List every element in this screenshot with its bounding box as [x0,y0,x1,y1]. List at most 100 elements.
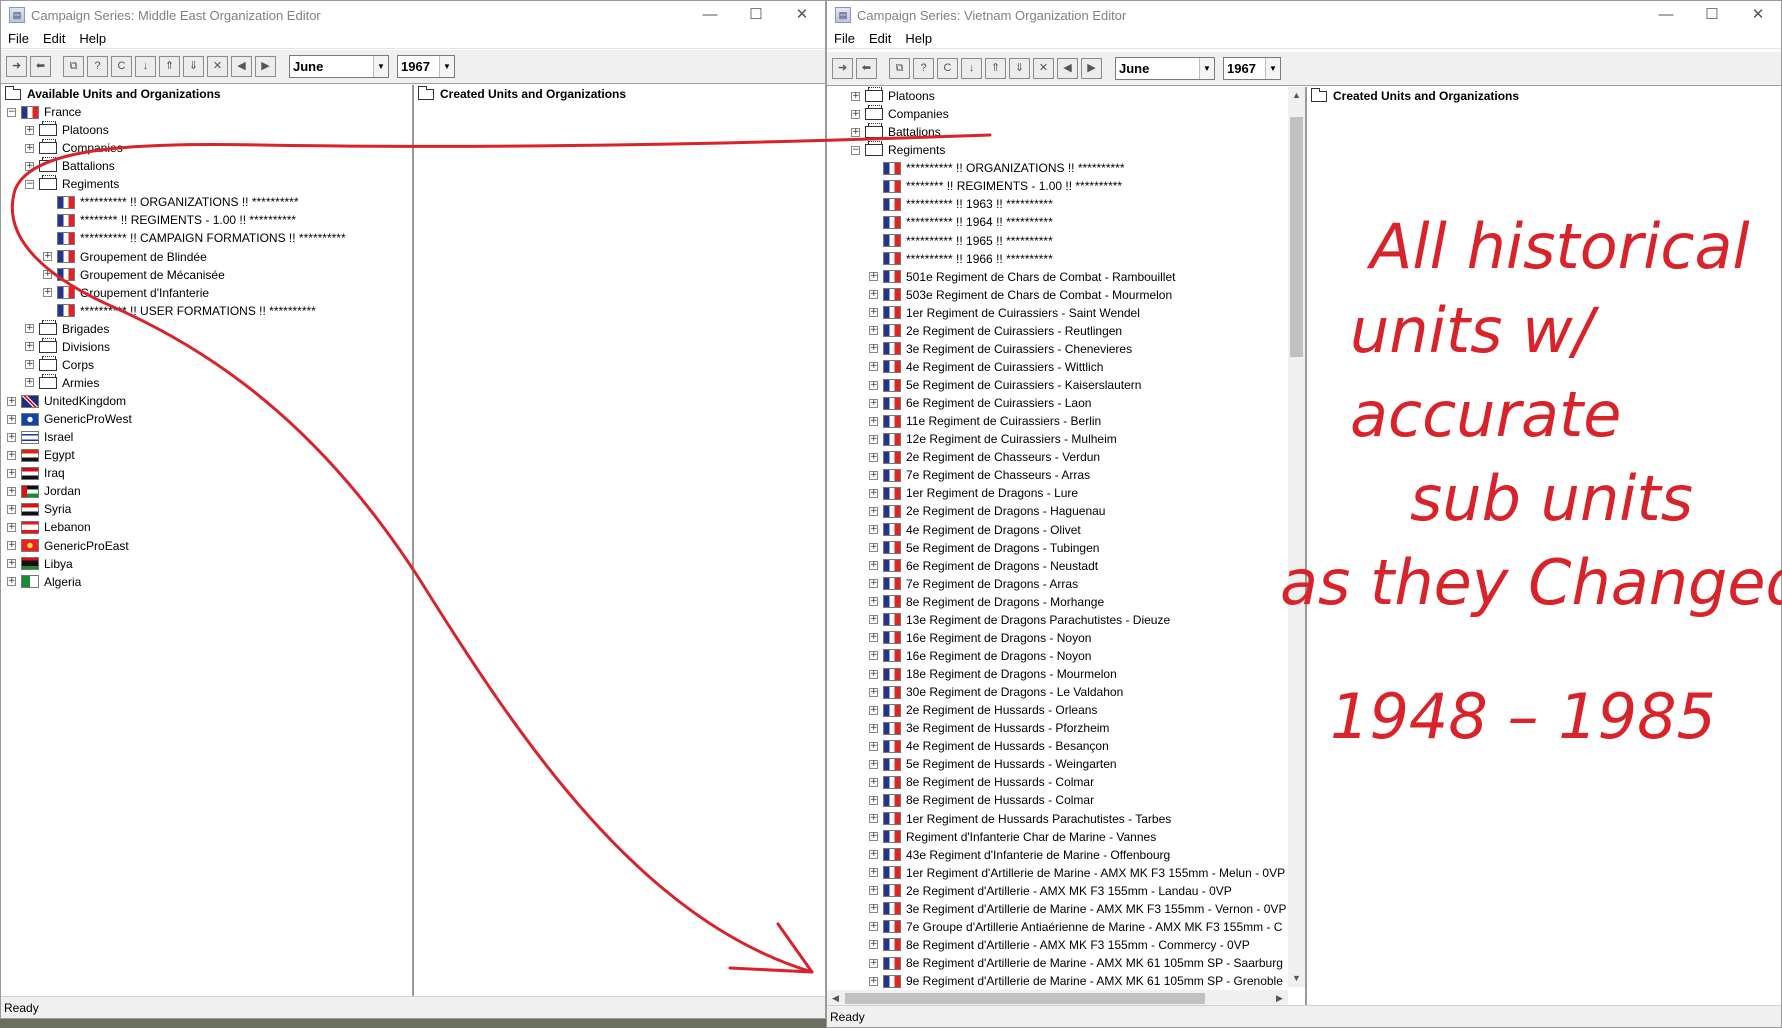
expand-icon[interactable]: + [7,468,16,478]
menu-help[interactable]: Help [72,31,113,46]
expand-icon[interactable]: + [869,272,878,282]
expand-icon[interactable]: + [7,486,16,496]
expand-icon[interactable]: + [869,868,878,878]
tree-item[interactable]: − Regiments [1,175,412,193]
tree-item[interactable]: + Groupement d'Infanterie [1,284,412,302]
menu-file[interactable]: File [827,31,862,46]
tree-item[interactable]: + Platoons [1,121,412,139]
expand-icon[interactable]: + [869,886,878,896]
tree-item[interactable]: + Syria [1,500,412,518]
tree-item[interactable]: + UnitedKingdom [1,392,412,410]
tree-item[interactable]: ******** !! REGIMENTS - 1.00 !! ********… [1,211,412,229]
tree-item[interactable]: + Iraq [1,464,412,482]
year-select[interactable]: 1967 ▼ [397,55,455,78]
tree-item[interactable]: + Armies [1,373,412,392]
move-bottom-icon[interactable]: ⇓ [1009,58,1030,79]
expand-icon[interactable]: + [869,506,878,516]
tree-item[interactable]: +3e Regiment de Hussards - Pforzheim [827,719,1305,737]
expand-icon[interactable]: + [7,504,16,514]
next-icon[interactable]: ▶ [1081,58,1102,79]
move-top-icon[interactable]: ⇑ [159,56,180,77]
collapse-icon[interactable]: − [25,179,34,189]
tree-item[interactable]: +2e Regiment de Hussards - Orleans [827,701,1305,719]
tree-item[interactable]: + Algeria [1,573,412,591]
expand-icon[interactable]: + [25,161,34,171]
expand-icon[interactable]: + [7,414,16,424]
delete-icon[interactable]: ✕ [1033,58,1054,79]
expand-icon[interactable]: + [869,705,878,715]
clone-icon[interactable]: C [937,58,958,79]
title-bar[interactable]: ▤ Campaign Series: Vietnam Organization … [827,1,1781,29]
tree-item[interactable]: +6e Regiment de Dragons - Neustadt [827,557,1305,575]
tree-item[interactable]: +7e Regiment de Chasseurs - Arras [827,466,1305,484]
month-select[interactable]: June ▼ [289,55,389,78]
expand-icon[interactable]: + [869,723,878,733]
expand-icon[interactable]: + [43,288,52,298]
scroll-thumb[interactable] [845,993,1205,1004]
tree-item[interactable]: + Jordan [1,482,412,500]
month-select[interactable]: June ▼ [1115,57,1215,80]
tree-item[interactable]: + Egypt [1,446,412,464]
tree-item[interactable]: + Groupement de Mécanisée [1,266,412,284]
expand-icon[interactable]: + [7,432,16,442]
tree-item[interactable]: +503e Regiment de Chars de Combat - Mour… [827,286,1305,304]
expand-icon[interactable]: + [43,252,52,262]
menu-file[interactable]: File [1,31,36,46]
expand-icon[interactable]: + [869,976,878,986]
tree-item[interactable]: +2e Regiment de Chasseurs - Verdun [827,448,1305,466]
tree-item[interactable]: +9e Regiment d'Artillerie de Marine - AM… [827,972,1305,990]
tree-item[interactable]: +501e Regiment de Chars de Combat - Ramb… [827,268,1305,286]
expand-icon[interactable]: + [7,450,16,460]
expand-icon[interactable]: + [869,470,878,480]
tree-item[interactable]: +2e Regiment de Dragons - Haguenau [827,502,1305,520]
tree-item[interactable]: +16e Regiment de Dragons - Noyon [827,629,1305,647]
tree-item[interactable]: +8e Regiment d'Artillerie de Marine - AM… [827,954,1305,972]
tree-item[interactable]: + Lebanon [1,518,412,536]
tree-item[interactable]: + Divisions [1,337,412,356]
tree-item[interactable]: +6e Regiment de Cuirassiers - Laon [827,394,1305,412]
tree-item[interactable]: + Battalions [1,157,412,175]
tree-item[interactable]: + GenericProWest [1,410,412,428]
menu-help[interactable]: Help [898,31,939,46]
tree-item[interactable]: +7e Groupe d'Artillerie Antiaérienne de … [827,918,1305,936]
import-icon[interactable]: ⬅ [856,58,877,79]
tree-item[interactable]: +1er Regiment de Dragons - Lure [827,484,1305,502]
title-bar[interactable]: ▤ Campaign Series: Middle East Organizat… [1,1,825,29]
expand-icon[interactable]: + [869,543,878,553]
menu-edit[interactable]: Edit [862,31,898,46]
tree-item[interactable]: ********** !! 1965 !! ********** [827,232,1305,250]
tree-item[interactable]: + GenericProEast [1,537,412,555]
expand-icon[interactable]: + [869,344,878,354]
tree-item[interactable]: + Companies [1,139,412,157]
tree-item[interactable]: +11e Regiment de Cuirassiers - Berlin [827,412,1305,430]
tree-item[interactable]: ********** !! USER FORMATIONS !! *******… [1,302,412,320]
move-bottom-icon[interactable]: ⇓ [183,56,204,77]
tree-item[interactable]: +2e Regiment de Cuirassiers - Reutlingen [827,322,1305,340]
year-select[interactable]: 1967 ▼ [1223,57,1281,80]
scroll-down-icon[interactable]: ▼ [1288,970,1305,987]
copy-icon[interactable]: ⧉ [63,56,84,77]
tree-item[interactable]: − Regiments [827,141,1305,159]
tree-item[interactable]: +16e Regiment de Dragons - Noyon [827,647,1305,665]
tree-item[interactable]: +7e Regiment de Dragons - Arras [827,575,1305,593]
tree-item[interactable]: ********** !! 1966 !! ********** [827,250,1305,268]
close-button[interactable]: ✕ [1735,1,1781,29]
expand-icon[interactable]: + [869,904,878,914]
expand-icon[interactable]: + [7,541,16,551]
expand-icon[interactable]: + [7,396,16,406]
tree-item[interactable]: +1er Regiment de Cuirassiers - Saint Wen… [827,304,1305,322]
tree-item[interactable]: +5e Regiment de Dragons - Tubingen [827,539,1305,557]
copy-icon[interactable]: ⧉ [889,58,910,79]
tree-item[interactable]: +13e Regiment de Dragons Parachutistes -… [827,611,1305,629]
prev-icon[interactable]: ◀ [231,56,252,77]
tree-item[interactable]: + Companies [827,105,1305,123]
export-icon[interactable]: ➜ [6,56,27,77]
expand-icon[interactable]: + [869,398,878,408]
tree-item[interactable]: ********** !! 1964 !! ********** [827,213,1305,231]
minimize-button[interactable]: — [1643,1,1689,29]
expand-icon[interactable]: + [851,127,860,137]
expand-icon[interactable]: + [7,559,16,569]
expand-icon[interactable]: + [869,669,878,679]
expand-icon[interactable]: + [869,380,878,390]
tree-item[interactable]: +5e Regiment de Hussards - Weingarten [827,755,1305,773]
